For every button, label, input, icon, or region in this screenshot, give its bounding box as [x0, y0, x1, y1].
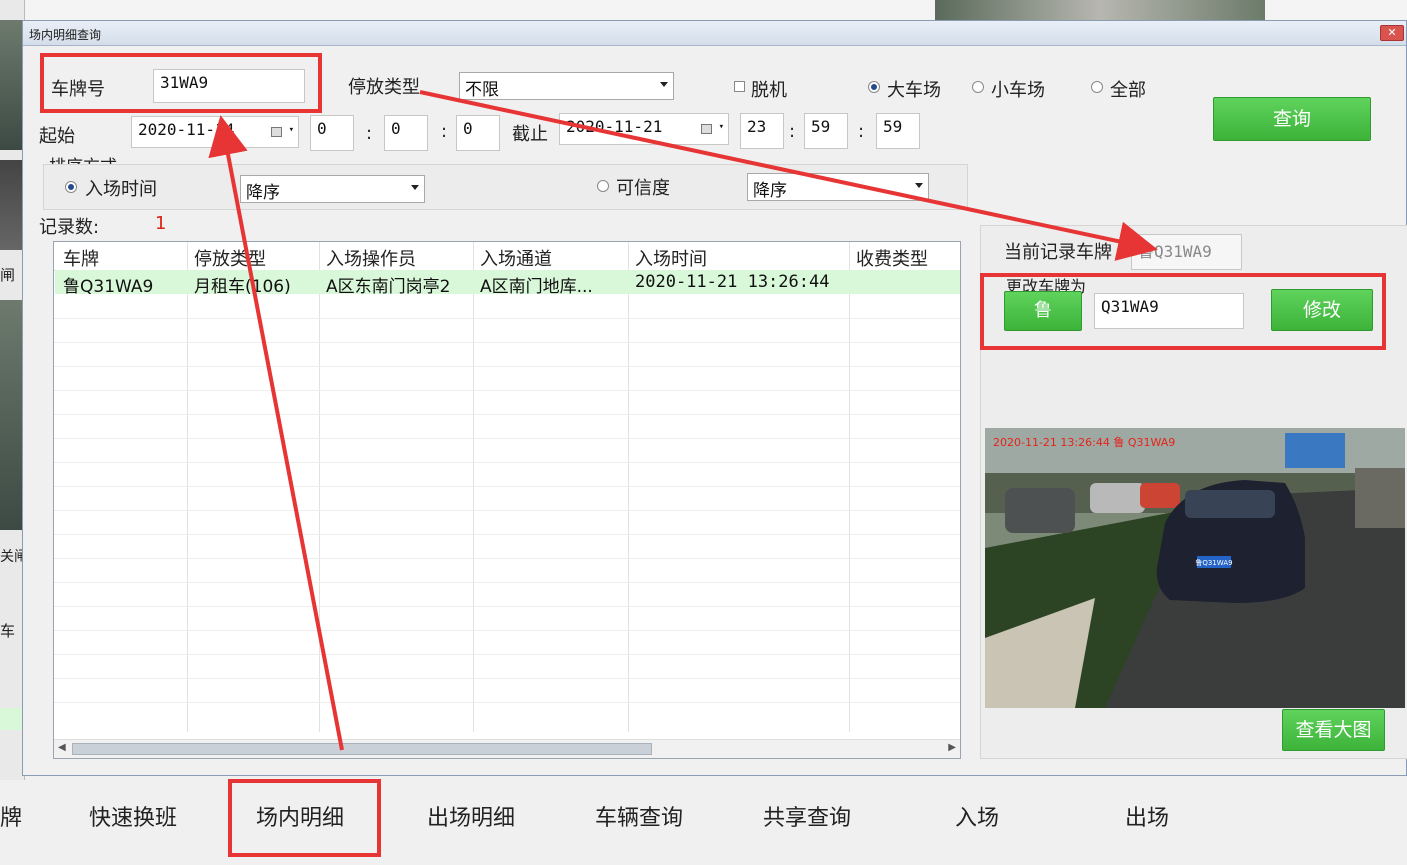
annotation-arrow	[208, 115, 344, 751]
annotation-arrows	[208, 90, 1158, 751]
annotation-arrow	[419, 90, 1158, 261]
